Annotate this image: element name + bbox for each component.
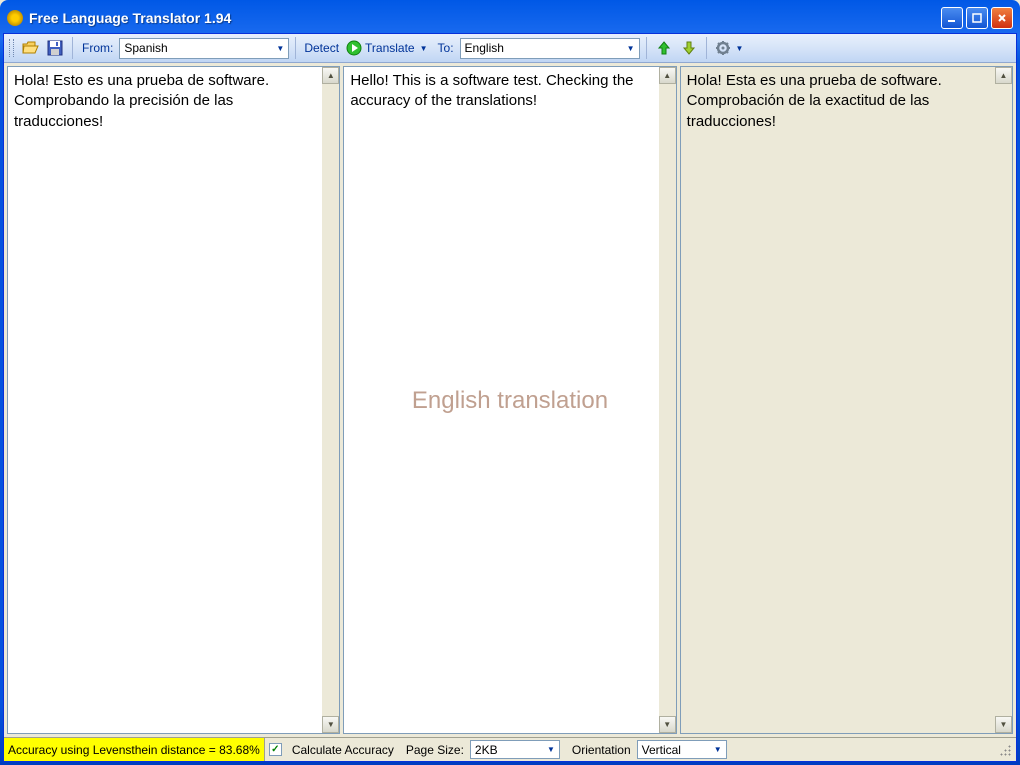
scroll-down-button[interactable]: ▼: [322, 716, 339, 733]
move-down-button[interactable]: [678, 37, 700, 59]
separator: [706, 37, 707, 59]
titlebar[interactable]: Free Language Translator 1.94: [3, 3, 1017, 33]
to-language-select[interactable]: English ▼: [460, 38, 640, 59]
scrollbar[interactable]: ▲ ▼: [322, 67, 339, 733]
save-button[interactable]: [44, 37, 66, 59]
calculate-accuracy-checkbox[interactable]: ✓: [269, 743, 282, 756]
chevron-down-icon: ▼: [545, 745, 557, 754]
play-icon: [346, 40, 362, 56]
detect-button[interactable]: Detect: [302, 41, 341, 55]
chevron-down-icon: ▼: [734, 44, 746, 53]
maximize-button[interactable]: [966, 7, 988, 29]
chevron-down-icon: ▼: [625, 44, 637, 53]
orientation-label: Orientation: [566, 743, 637, 757]
orientation-value: Vertical: [642, 743, 712, 757]
orientation-select[interactable]: Vertical ▼: [637, 740, 727, 759]
scroll-up-button[interactable]: ▲: [322, 67, 339, 84]
app-icon: [7, 10, 23, 26]
from-language-value: Spanish: [124, 41, 274, 55]
from-language-select[interactable]: Spanish ▼: [119, 38, 289, 59]
translate-button[interactable]: Translate ▼: [344, 40, 432, 56]
back-translation-text[interactable]: Hola! Esta es una prueba de software. Co…: [681, 67, 995, 733]
scrollbar[interactable]: ▲ ▼: [659, 67, 676, 733]
scroll-up-button[interactable]: ▲: [995, 67, 1012, 84]
toolbar-grip[interactable]: [9, 39, 14, 57]
window-title: Free Language Translator 1.94: [29, 10, 941, 26]
page-size-label: Page Size:: [400, 743, 470, 757]
move-up-button[interactable]: [653, 37, 675, 59]
calculate-accuracy-label: Calculate Accuracy: [286, 743, 400, 757]
page-size-value: 2KB: [475, 743, 545, 757]
source-text[interactable]: Hola! Esto es una prueba de software. Co…: [8, 67, 322, 733]
translation-pane: Hello! This is a software test. Checking…: [343, 66, 676, 734]
separator: [72, 37, 73, 59]
settings-button[interactable]: ▼: [713, 40, 748, 56]
scroll-down-button[interactable]: ▼: [995, 716, 1012, 733]
to-language-value: English: [465, 41, 625, 55]
back-translation-pane: Hola! Esta es una prueba de software. Co…: [680, 66, 1013, 734]
gear-icon: [715, 40, 731, 56]
content-area: Hola! Esto es una prueba de software. Co…: [4, 63, 1016, 737]
page-size-select[interactable]: 2KB ▼: [470, 740, 560, 759]
source-pane: Hola! Esto es una prueba de software. Co…: [7, 66, 340, 734]
scroll-down-button[interactable]: ▼: [659, 716, 676, 733]
chevron-down-icon: ▼: [712, 745, 724, 754]
separator: [646, 37, 647, 59]
close-button[interactable]: [991, 7, 1013, 29]
resize-grip[interactable]: [996, 741, 1014, 759]
app-window: Free Language Translator 1.94 From:: [0, 0, 1020, 765]
client-area: From: Spanish ▼ Detect Translate ▼ To: E…: [3, 33, 1017, 762]
minimize-button[interactable]: [941, 7, 963, 29]
from-label: From:: [79, 41, 116, 55]
accuracy-status: Accuracy using Levensthein distance = 83…: [4, 738, 265, 761]
to-label: To:: [435, 41, 457, 55]
toolbar: From: Spanish ▼ Detect Translate ▼ To: E…: [4, 34, 1016, 63]
separator: [295, 37, 296, 59]
detect-label: Detect: [304, 41, 339, 55]
chevron-down-icon: ▼: [274, 44, 286, 53]
scroll-up-button[interactable]: ▲: [659, 67, 676, 84]
translation-text[interactable]: Hello! This is a software test. Checking…: [344, 67, 658, 733]
statusbar: Accuracy using Levensthein distance = 83…: [4, 737, 1016, 761]
translate-label: Translate: [365, 41, 415, 55]
open-button[interactable]: [19, 37, 41, 59]
scrollbar[interactable]: ▲ ▼: [995, 67, 1012, 733]
chevron-down-icon: ▼: [418, 44, 430, 53]
